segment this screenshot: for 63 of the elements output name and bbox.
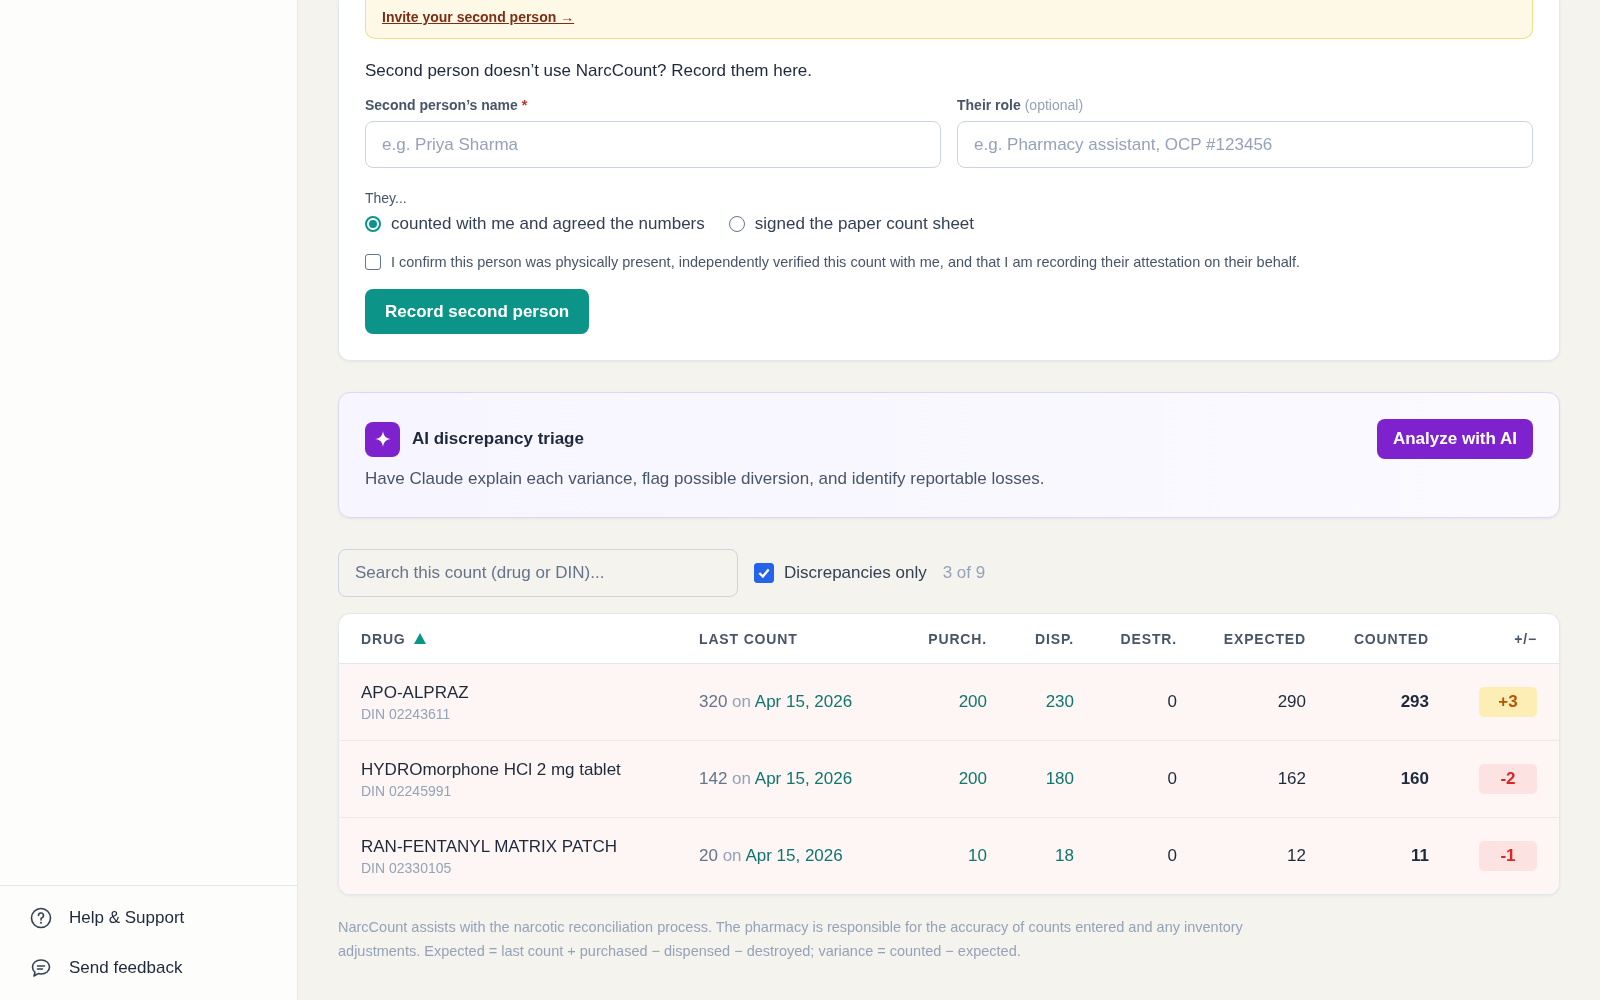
table-cell: 180 (1045, 769, 1074, 789)
table-cell: 11 (1411, 846, 1429, 866)
table-cell: 0 (1167, 769, 1177, 789)
field-label: Their role (optional) (957, 97, 1085, 113)
table-cell: 10 (968, 846, 987, 866)
table-cell: 0 (1167, 692, 1177, 712)
sidebar-link[interactable]: Help & Support (69, 908, 185, 928)
column-header[interactable]: EXPECTED (1223, 630, 1306, 647)
role-field[interactable]: e.g. Pharmacy assistant, OCP #123456 (957, 121, 1533, 168)
check-icon (757, 566, 771, 580)
table-cell: 200 (958, 769, 987, 789)
record-button[interactable]: Record second person (365, 289, 590, 334)
field-label: Second person’s name * (365, 97, 529, 113)
din-number: DIN 02243611 (361, 705, 452, 722)
invite-link[interactable]: Invite your second person → (382, 9, 575, 25)
result-count: 3 of 9 (942, 563, 986, 583)
name-field[interactable]: e.g. Priya Sharma (365, 121, 941, 168)
variance-badge: -2 (1479, 764, 1537, 794)
table-cell: 290 (1277, 692, 1306, 712)
table-cell: 0 (1167, 846, 1177, 866)
column-header[interactable]: DRUG (361, 630, 406, 647)
checkbox[interactable] (365, 254, 381, 270)
checkbox-label[interactable]: I confirm this person was physically present, independently verified this count with me, and that I am recording their attestation on their behalf. (391, 254, 1301, 270)
sparkle-icon (365, 421, 400, 457)
column-header[interactable]: DISP. (1035, 630, 1074, 647)
column-header[interactable]: COUNTED (1353, 630, 1429, 647)
sort-ascending-icon (413, 633, 426, 644)
card-title: AI discrepancy triage (412, 429, 584, 449)
search-field[interactable]: Search this count (drug or DIN)... (338, 549, 738, 597)
drug-name: RAN-FENTANYL MATRIX PATCH (361, 836, 618, 857)
group-label: They... (365, 190, 408, 206)
help-icon (30, 907, 52, 929)
table-cell: 18 (1055, 846, 1074, 866)
analyze-button[interactable]: Analyze with AI (1376, 419, 1533, 459)
drug-name: HYDROmorphone HCl 2 mg tablet (361, 759, 622, 780)
table-cell-text: 142 on Apr 15, 2026 (699, 769, 854, 789)
table-cell: 293 (1400, 692, 1429, 712)
checkbox-label[interactable]: Discrepancies only (784, 563, 927, 583)
table-cell: 160 (1400, 769, 1429, 789)
table-cell: 200 (958, 692, 987, 712)
din-number: DIN 02245991 (361, 782, 453, 799)
table-cell: 230 (1045, 692, 1074, 712)
variance-badge: -1 (1479, 841, 1537, 871)
column-header[interactable]: LAST COUNT (699, 630, 899, 647)
sidebar-link[interactable]: Send feedback (69, 958, 183, 978)
radio-button[interactable] (365, 216, 381, 232)
din-number: DIN 02330105 (361, 859, 453, 876)
table-cell-text: 20 on Apr 15, 2026 (699, 846, 844, 866)
disclaimer-text: NarcCount assists with the narcotic reconciliation process. The pharmacy is responsible for the accuracy of counts entered and any inventory adjustments. Expected = last count + purchased − dispensed − destroyed; variance = counted − expected. (338, 918, 1244, 961)
table-cell: 12 (1287, 846, 1306, 866)
card-description: Have Claude explain each variance, flag possible diversion, and identify reportable losses. (365, 469, 1046, 489)
column-header[interactable]: DESTR. (1120, 630, 1177, 647)
drug-name: APO-ALPRAZ (361, 682, 470, 703)
section-heading: Second person doesn’t use NarcCount? Record them here. (365, 61, 813, 81)
radio-label[interactable]: signed the paper count sheet (754, 214, 975, 234)
column-header[interactable]: +/− (1514, 630, 1537, 647)
radio-label[interactable]: counted with me and agreed the numbers (391, 214, 705, 234)
column-header[interactable]: PURCH. (928, 630, 987, 647)
variance-badge: +3 (1479, 687, 1537, 717)
chat-icon (30, 957, 52, 979)
table-cell-text: 320 on Apr 15, 2026 (699, 692, 854, 712)
checkbox[interactable] (754, 563, 774, 583)
table-cell: 162 (1277, 769, 1306, 789)
